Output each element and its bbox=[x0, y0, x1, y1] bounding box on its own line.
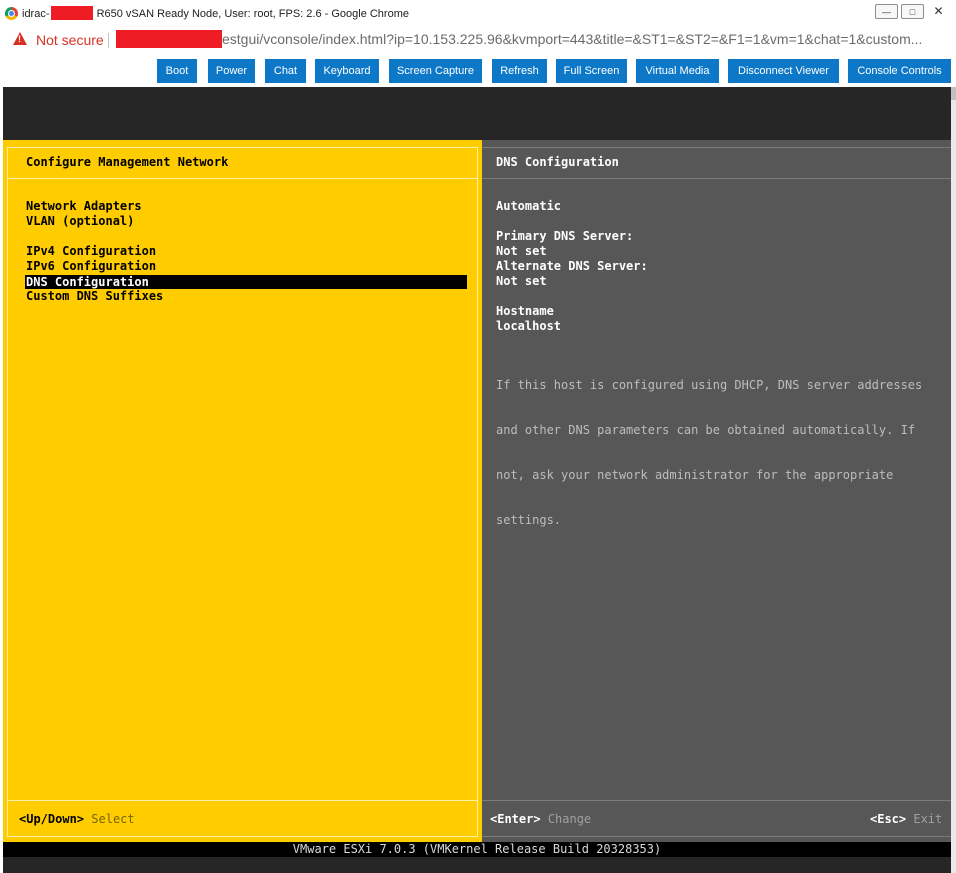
help-line: and other DNS parameters can be obtained… bbox=[496, 423, 916, 437]
footer-hint-change: <Enter> Change bbox=[490, 812, 592, 826]
screen-capture-button[interactable]: Screen Capture bbox=[389, 59, 482, 83]
menu-item-dns-configuration[interactable]: DNS Configuration bbox=[25, 275, 467, 289]
help-line: settings. bbox=[496, 513, 562, 527]
divider bbox=[7, 147, 478, 148]
disconnect-viewer-button[interactable]: Disconnect Viewer bbox=[728, 59, 839, 83]
menu-item-ipv6[interactable]: IPv6 Configuration bbox=[26, 259, 156, 273]
hostname-value: localhost bbox=[496, 319, 562, 333]
console-toolbar: Boot Power Chat Keyboard Screen Capture … bbox=[0, 53, 956, 87]
divider bbox=[482, 800, 951, 801]
help-text: If this host is configured using DHCP, D… bbox=[496, 348, 922, 558]
divider bbox=[482, 836, 951, 837]
divider bbox=[7, 836, 478, 837]
console-background bbox=[3, 857, 951, 873]
window-controls: — □ ✕ bbox=[875, 4, 950, 19]
window-title-bar[interactable]: idrac- R650 vSAN Ready Node, User: root,… bbox=[0, 0, 956, 28]
divider bbox=[7, 800, 478, 801]
window-title: idrac- R650 vSAN Ready Node, User: root,… bbox=[22, 6, 409, 20]
menu-item-custom-dns-suffixes[interactable]: Custom DNS Suffixes bbox=[26, 289, 163, 303]
alternate-dns-label: Alternate DNS Server: bbox=[496, 259, 648, 273]
menu-item-vlan[interactable]: VLAN (optional) bbox=[26, 214, 134, 228]
dcui-detail-panel: DNS Configuration Automatic Primary DNS … bbox=[482, 140, 951, 842]
divider bbox=[482, 178, 951, 179]
footer-hint-select: <Up/Down> Select bbox=[19, 812, 135, 826]
menu-item-network-adapters[interactable]: Network Adapters bbox=[26, 199, 142, 213]
boot-button[interactable]: Boot bbox=[157, 59, 197, 83]
minimize-button[interactable]: — bbox=[875, 4, 898, 19]
detail-title: DNS Configuration bbox=[496, 155, 619, 169]
chat-button[interactable]: Chat bbox=[265, 59, 306, 83]
divider bbox=[7, 178, 478, 179]
full-screen-button[interactable]: Full Screen bbox=[556, 59, 627, 83]
warning-icon[interactable] bbox=[13, 32, 27, 45]
console-controls-button[interactable]: Console Controls bbox=[848, 59, 951, 83]
help-line: not, ask your network administrator for … bbox=[496, 468, 894, 482]
dns-mode: Automatic bbox=[496, 199, 562, 213]
chrome-logo-icon bbox=[5, 7, 18, 20]
close-button[interactable]: ✕ bbox=[927, 4, 950, 19]
virtual-media-button[interactable]: Virtual Media bbox=[636, 59, 719, 83]
divider bbox=[108, 33, 109, 48]
console-background bbox=[3, 87, 951, 140]
security-indicator[interactable]: Not secure bbox=[36, 32, 104, 48]
alternate-dns-value: Not set bbox=[496, 274, 547, 288]
redaction-block bbox=[50, 6, 93, 20]
primary-dns-value: Not set bbox=[496, 244, 547, 258]
divider bbox=[482, 147, 951, 148]
menu-item-ipv4[interactable]: IPv4 Configuration bbox=[26, 244, 156, 258]
maximize-button[interactable]: □ bbox=[901, 4, 924, 19]
esxi-version-status: VMware ESXi 7.0.3 (VMKernel Release Buil… bbox=[3, 842, 951, 857]
menu-title: Configure Management Network bbox=[26, 155, 229, 169]
help-line: If this host is configured using DHCP, D… bbox=[496, 378, 923, 392]
hostname-label: Hostname bbox=[496, 304, 554, 318]
primary-dns-label: Primary DNS Server: bbox=[496, 229, 634, 243]
power-button[interactable]: Power bbox=[208, 59, 255, 83]
keyboard-button[interactable]: Keyboard bbox=[315, 59, 379, 83]
url-text[interactable]: estgui/vconsole/index.html?ip=10.153.225… bbox=[222, 31, 922, 47]
console-scrollbar[interactable] bbox=[951, 87, 956, 873]
footer-hint-exit: <Esc> Exit bbox=[870, 812, 943, 826]
address-bar[interactable]: Not secure estgui/vconsole/index.html?ip… bbox=[0, 27, 956, 54]
refresh-button[interactable]: Refresh bbox=[492, 59, 547, 83]
redaction-block bbox=[116, 30, 222, 48]
dcui-menu-panel: Configure Management Network Network Ada… bbox=[3, 140, 482, 842]
